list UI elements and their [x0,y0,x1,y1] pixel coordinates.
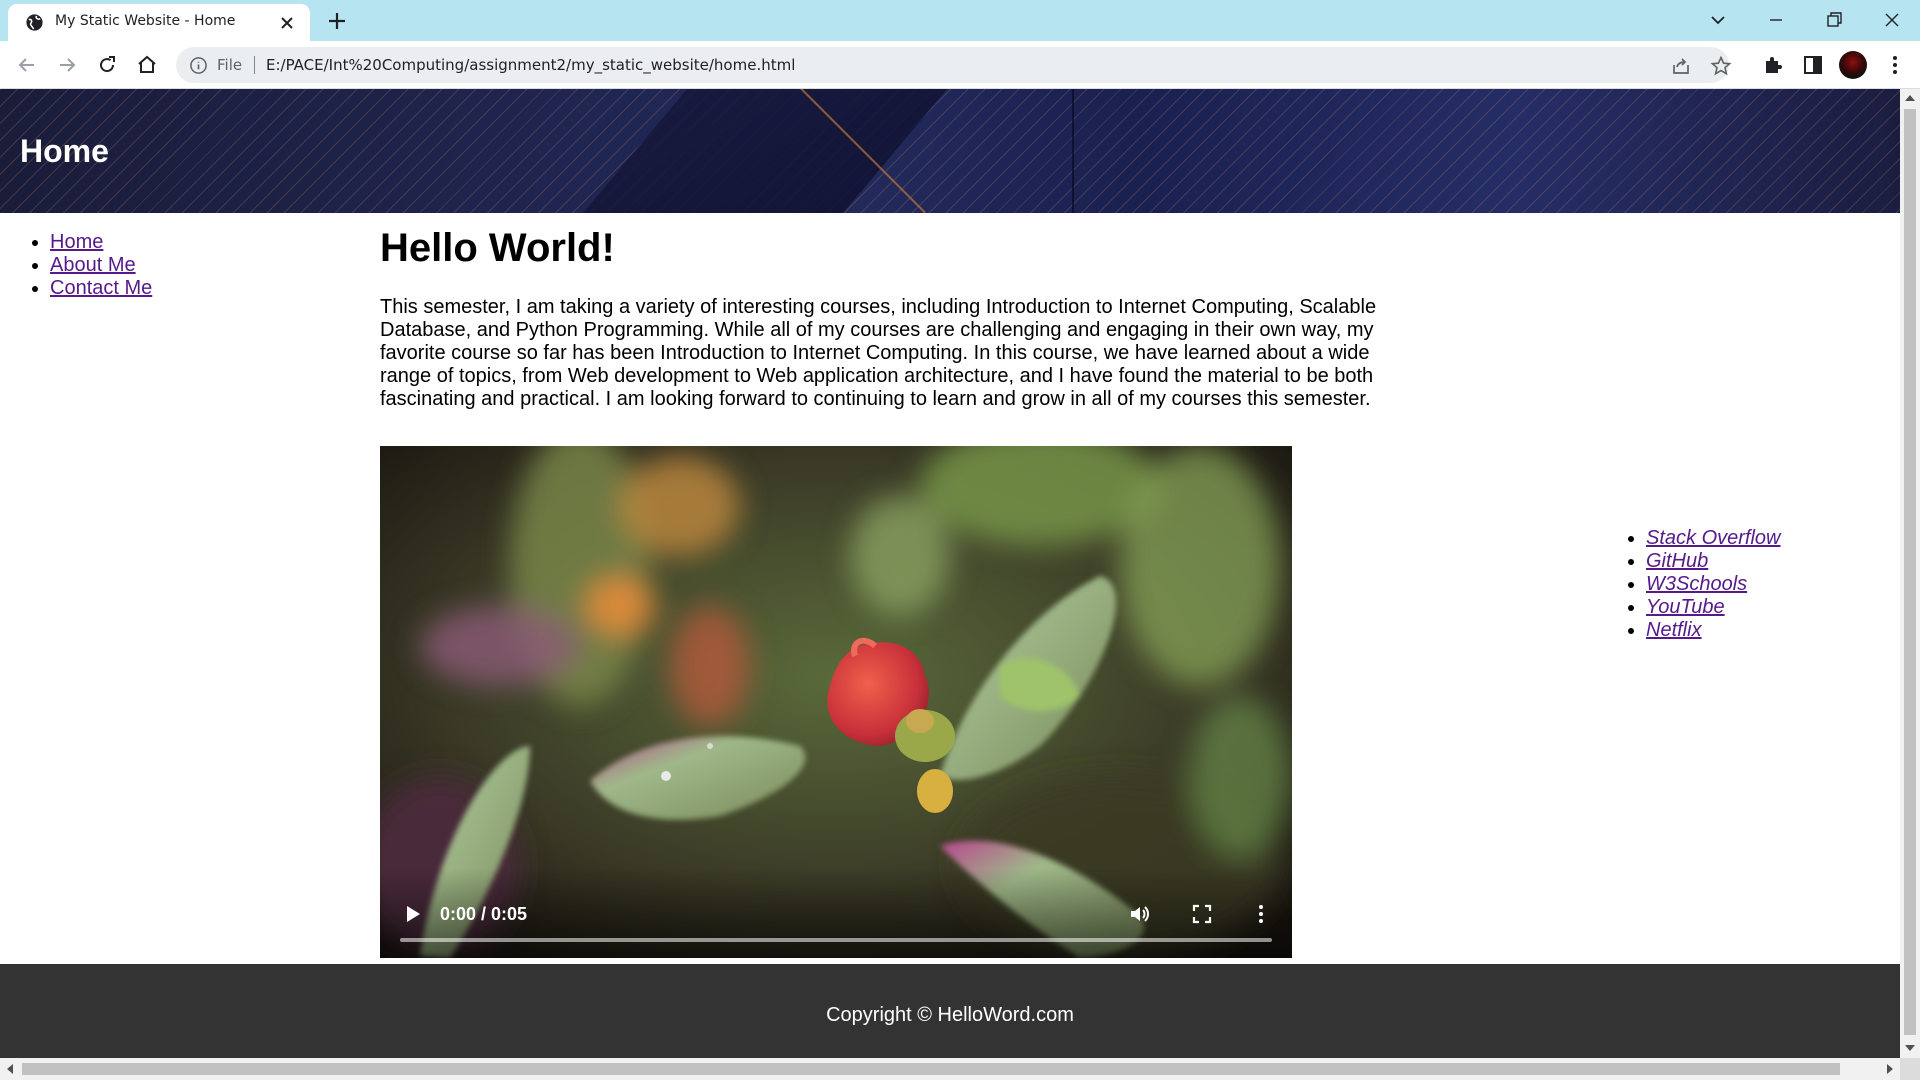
external-link-item: GitHub [1646,550,1780,573]
horizontal-scroll-thumb[interactable] [22,1063,1840,1075]
header-decoration [519,89,981,213]
minimize-icon[interactable] [1764,8,1788,32]
site-nav: Home About Me Contact Me [0,231,152,300]
external-link-item: W3Schools [1646,573,1780,596]
link-w3schools[interactable]: W3Schools [1646,573,1747,595]
url-text[interactable]: E:/PACE/Int%20Computing/assignment2/my_s… [266,56,795,74]
info-icon[interactable] [189,56,208,75]
browser-toolbar: File E:/PACE/Int%20Computing/assignment2… [0,41,1920,89]
nav-item-home: Home [50,231,152,254]
close-icon[interactable] [278,14,296,32]
profile-avatar[interactable] [1839,51,1867,79]
scroll-right-arrow-icon[interactable] [1887,1064,1893,1074]
link-github[interactable]: GitHub [1646,550,1708,572]
nav-item-contact: Contact Me [50,277,152,300]
reload-icon[interactable] [95,53,119,77]
video-time: 0:00 / 0:05 [440,904,528,924]
forward-arrow-icon[interactable] [55,53,79,77]
external-link-item: Netflix [1646,619,1780,642]
main-heading: Hello World! [380,226,615,270]
extensions-puzzle-icon[interactable] [1761,53,1785,77]
video-controls: 0:00 / 0:05 [380,868,1292,958]
link-stack-overflow[interactable]: Stack Overflow [1646,527,1780,549]
copyright-text: Copyright © HelloWord.com [826,1004,1074,1026]
globe-icon [26,14,43,31]
fullscreen-icon[interactable] [1191,903,1213,925]
tab-strip: My Static Website - Home [0,0,1920,41]
horizontal-scrollbar[interactable] [0,1058,1900,1080]
nav-item-about: About Me [50,254,152,277]
link-youtube[interactable]: YouTube [1646,596,1725,618]
new-tab-plus-icon[interactable] [326,10,348,32]
intro-paragraph: This semester, I am taking a variety of … [380,296,1377,410]
bookmark-star-icon[interactable] [1710,55,1732,77]
close-window-icon[interactable] [1880,8,1904,32]
volume-icon[interactable] [1128,903,1150,925]
vertical-scroll-thumb[interactable] [1904,109,1916,1035]
more-menu-icon[interactable] [1883,53,1907,77]
video-more-options-icon[interactable] [1250,903,1272,925]
link-netflix[interactable]: Netflix [1646,619,1702,641]
side-panel-icon[interactable] [1801,53,1825,77]
tab-search-chevron-icon[interactable] [1706,8,1730,32]
video-progress-bar[interactable] [400,938,1272,942]
scroll-left-arrow-icon[interactable] [7,1064,13,1074]
address-bar[interactable]: File E:/PACE/Int%20Computing/assignment2… [176,47,1732,83]
main-content: Hello World! This semester, I am taking … [380,224,1390,411]
play-icon[interactable] [404,905,422,923]
site-header: Home [0,89,1900,213]
tab-home[interactable]: My Static Website - Home [8,4,310,41]
scroll-up-arrow-icon[interactable] [1905,95,1915,101]
external-link-item: YouTube [1646,596,1780,619]
nav-link-contact[interactable]: Contact Me [50,277,152,299]
home-icon[interactable] [135,53,159,77]
tab-title: My Static Website - Home [55,13,236,29]
vertical-scrollbar[interactable] [1900,89,1920,1058]
share-icon[interactable] [1670,55,1692,77]
scroll-down-arrow-icon[interactable] [1905,1045,1915,1051]
url-scheme-label: File [217,56,243,74]
page-viewport: Home Home About Me Contact Me Hello Worl… [0,89,1900,1058]
scrollbar-corner [1900,1058,1920,1080]
site-footer: Copyright © HelloWord.com [0,964,1900,1058]
external-link-item: Stack Overflow [1646,527,1780,550]
restore-icon[interactable] [1822,8,1846,32]
back-arrow-icon[interactable] [15,53,39,77]
external-links: Stack Overflow GitHub W3Schools YouTube … [1596,527,1780,642]
nav-link-home[interactable]: Home [50,231,103,253]
nav-link-about[interactable]: About Me [50,254,136,276]
header-decoration-seam [1072,89,1074,213]
page-title: Home [20,133,109,169]
url-separator [254,56,255,74]
video-player[interactable]: 0:00 / 0:05 [380,446,1292,958]
